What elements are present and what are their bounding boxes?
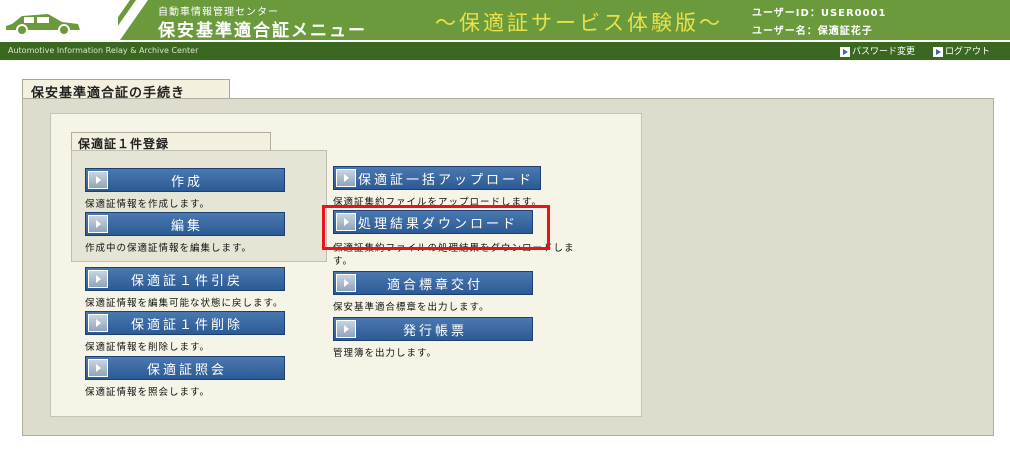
app-title: 保安基準適合証メニュー bbox=[158, 21, 367, 41]
user-id-label: ユーザーID：USER0001 bbox=[752, 8, 887, 19]
delete-description: 保適証情報を削除します。 bbox=[85, 342, 211, 353]
arrow-right-icon bbox=[336, 169, 356, 187]
badge-issue-button[interactable]: 適合標章交付 bbox=[333, 271, 533, 295]
arrow-right-icon bbox=[88, 171, 108, 189]
app-header: 自動車情報管理センター 保安基準適合証メニュー 〜保適証サービス体験版〜 ユーザ… bbox=[0, 0, 1010, 41]
revert-description: 保適証情報を編集可能な状態に戻します。 bbox=[85, 298, 284, 309]
arrow-right-icon bbox=[88, 270, 108, 288]
result-download-description-cont: す。 bbox=[333, 256, 354, 267]
arrow-right-icon bbox=[88, 314, 108, 332]
arrow-right-icon bbox=[88, 215, 108, 233]
arrow-right-icon bbox=[840, 47, 850, 57]
sub-section-tab: 保適証１件登録 bbox=[71, 132, 271, 151]
create-description: 保適証情報を作成します。 bbox=[85, 199, 211, 210]
logout-link[interactable]: ログアウト bbox=[933, 46, 990, 58]
edit-button[interactable]: 編集 bbox=[85, 212, 285, 236]
inquiry-description: 保適証情報を照会します。 bbox=[85, 387, 211, 398]
password-change-label: パスワード変更 bbox=[852, 47, 916, 57]
badge-issue-description: 保安基準適合標章を出力します。 bbox=[333, 302, 490, 313]
issue-ledger-description: 管理簿を出力します。 bbox=[333, 348, 438, 359]
edit-description: 作成中の保適証情報を編集します。 bbox=[85, 243, 253, 254]
bulk-upload-button[interactable]: 保適証一括アップロード bbox=[333, 166, 541, 190]
header-subbar: Automotive Information Relay & Archive C… bbox=[0, 40, 1010, 60]
car-logo-icon bbox=[6, 14, 80, 36]
password-change-link[interactable]: パスワード変更 bbox=[840, 46, 915, 58]
delete-button[interactable]: 保適証１件削除 bbox=[85, 311, 285, 335]
arrow-right-icon bbox=[336, 320, 356, 338]
org-english-name: Automotive Information Relay & Archive C… bbox=[8, 46, 199, 55]
arrow-right-icon bbox=[88, 359, 108, 377]
logout-label: ログアウト bbox=[945, 47, 991, 57]
service-title: 〜保適証サービス体験版〜 bbox=[435, 11, 723, 35]
highlight-box bbox=[322, 205, 550, 250]
inquiry-button[interactable]: 保適証照会 bbox=[85, 356, 285, 380]
revert-button[interactable]: 保適証１件引戻 bbox=[85, 267, 285, 291]
arrow-right-icon bbox=[933, 47, 943, 57]
section-tab: 保安基準適合証の手続き bbox=[22, 79, 230, 101]
user-name-label: ユーザー名：保適証花子 bbox=[752, 26, 873, 37]
arrow-right-icon bbox=[336, 274, 356, 292]
issue-ledger-button[interactable]: 発行帳票 bbox=[333, 317, 533, 341]
create-button[interactable]: 作成 bbox=[85, 168, 285, 192]
logo-stripes-icon bbox=[90, 0, 148, 40]
